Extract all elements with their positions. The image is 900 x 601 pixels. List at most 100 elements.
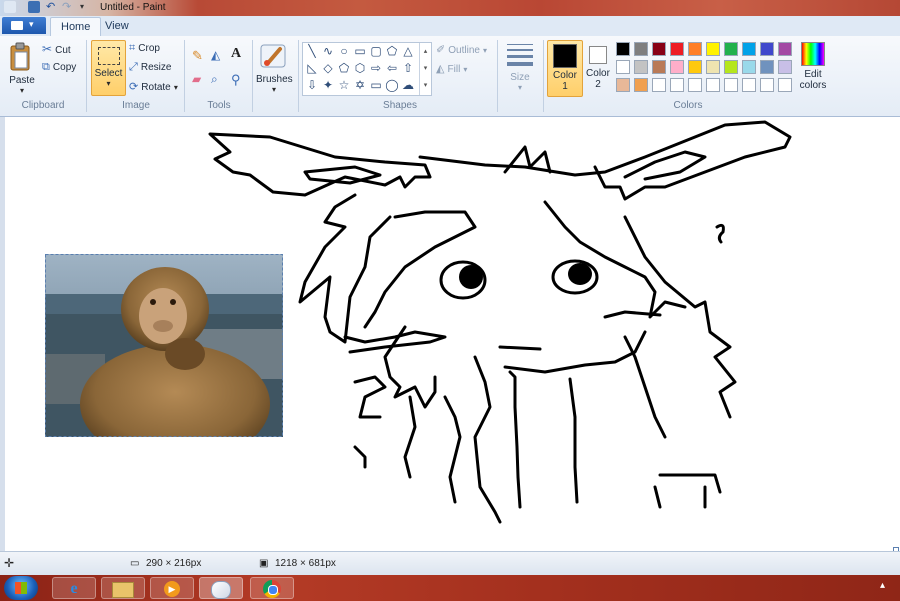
palette-color-swatch[interactable] bbox=[760, 60, 774, 74]
six-point-star-shape-icon[interactable]: ✡ bbox=[353, 78, 367, 92]
triangle-shape-icon[interactable]: △ bbox=[401, 44, 415, 58]
diamond-shape-icon[interactable]: ◇ bbox=[321, 61, 335, 75]
select-button[interactable]: Select ▾ bbox=[91, 40, 126, 96]
rounded-rectangle-shape-icon[interactable]: ▢ bbox=[369, 44, 383, 58]
drawing-canvas[interactable] bbox=[5, 117, 900, 553]
undo-icon[interactable]: ↶ bbox=[46, 1, 58, 13]
palette-color-swatch[interactable] bbox=[670, 60, 684, 74]
palette-color-swatch[interactable] bbox=[778, 42, 792, 56]
show-hidden-icons-icon[interactable]: ▴ bbox=[880, 580, 885, 591]
chevron-down-icon: ▾ bbox=[483, 46, 488, 55]
pentagon-shape-icon[interactable]: ⬠ bbox=[337, 61, 351, 75]
tab-view[interactable]: View bbox=[95, 17, 139, 36]
curve-shape-icon[interactable]: ∿ bbox=[321, 44, 335, 58]
color-palette bbox=[616, 42, 798, 96]
fill-bucket-icon: ◭ bbox=[436, 63, 445, 75]
palette-color-swatch[interactable] bbox=[652, 60, 666, 74]
resize-button[interactable]: ⤢ Resize bbox=[129, 61, 171, 74]
palette-color-swatch[interactable] bbox=[742, 78, 756, 92]
palette-color-swatch[interactable] bbox=[778, 78, 792, 92]
color-picker-icon[interactable]: ⌕ bbox=[211, 72, 227, 88]
palette-color-swatch[interactable] bbox=[670, 78, 684, 92]
shapes-group-label: Shapes bbox=[383, 100, 417, 111]
palette-color-swatch[interactable] bbox=[742, 60, 756, 74]
palette-color-swatch[interactable] bbox=[634, 60, 648, 74]
fill-button[interactable]: ◭ Fill ▾ bbox=[436, 62, 467, 75]
pencil-icon[interactable]: ✎ bbox=[192, 48, 208, 64]
title-bar: ↶ ↷ ▾ Untitled - Paint bbox=[0, 0, 900, 16]
paint-taskbar-button[interactable] bbox=[199, 577, 243, 599]
palette-color-swatch[interactable] bbox=[670, 42, 684, 56]
file-menu-button[interactable]: ▾ bbox=[2, 17, 46, 34]
palette-color-swatch[interactable] bbox=[688, 78, 702, 92]
palette-color-swatch[interactable] bbox=[760, 78, 774, 92]
customize-quick-access-icon[interactable]: ▾ bbox=[80, 1, 92, 13]
rectangle-shape-icon[interactable]: ▭ bbox=[353, 44, 367, 58]
palette-color-swatch[interactable] bbox=[724, 78, 738, 92]
polygon-shape-icon[interactable]: ⬠ bbox=[385, 44, 399, 58]
palette-color-swatch[interactable] bbox=[634, 42, 648, 56]
save-icon[interactable] bbox=[28, 1, 40, 13]
crop-button[interactable]: ⌗ Crop bbox=[129, 42, 160, 55]
palette-color-swatch[interactable] bbox=[742, 42, 756, 56]
palette-color-swatch[interactable] bbox=[778, 60, 792, 74]
five-point-star-shape-icon[interactable]: ☆ bbox=[337, 78, 351, 92]
palette-color-swatch[interactable] bbox=[760, 42, 774, 56]
copy-button[interactable]: ⧉ Copy bbox=[42, 61, 76, 75]
palette-color-swatch[interactable] bbox=[688, 42, 702, 56]
right-arrow-shape-icon[interactable]: ⇨ bbox=[369, 61, 383, 75]
paste-button[interactable]: Paste ▾ bbox=[8, 42, 36, 95]
right-triangle-shape-icon[interactable]: ◺ bbox=[305, 61, 319, 75]
palette-color-swatch[interactable] bbox=[616, 42, 630, 56]
up-arrow-shape-icon[interactable]: ⇧ bbox=[401, 61, 415, 75]
magnifier-icon[interactable]: ⚲ bbox=[231, 72, 247, 88]
shapes-scroll-icon[interactable]: ▴ ▾ ▾ bbox=[419, 43, 431, 95]
eraser-icon[interactable]: ▰ bbox=[192, 72, 208, 88]
four-point-star-shape-icon[interactable]: ✦ bbox=[321, 78, 335, 92]
palette-color-swatch[interactable] bbox=[724, 60, 738, 74]
paint-app-icon[interactable] bbox=[4, 1, 16, 13]
palette-color-swatch[interactable] bbox=[634, 78, 648, 92]
cut-button[interactable]: ✂ Cut bbox=[42, 42, 71, 56]
outline-button[interactable]: ✐ Outline ▾ bbox=[436, 43, 487, 56]
explorer-taskbar-button[interactable] bbox=[101, 577, 145, 599]
palette-color-swatch[interactable] bbox=[616, 78, 630, 92]
palette-color-swatch[interactable] bbox=[724, 42, 738, 56]
start-button[interactable] bbox=[4, 576, 38, 600]
cursor-position-icon: ✛ bbox=[4, 556, 15, 570]
palette-color-swatch[interactable] bbox=[616, 60, 630, 74]
brushes-button[interactable]: Brushes ▾ bbox=[256, 41, 293, 94]
color-2-button[interactable]: Color 2 bbox=[583, 40, 613, 95]
left-arrow-shape-icon[interactable]: ⇦ bbox=[385, 61, 399, 75]
palette-color-swatch[interactable] bbox=[652, 42, 666, 56]
chevron-down-icon: ▾ bbox=[29, 19, 34, 29]
text-tool-icon[interactable]: A bbox=[231, 46, 247, 62]
media-player-taskbar-button[interactable]: ▶ bbox=[150, 577, 194, 599]
size-label: Size bbox=[510, 72, 530, 83]
hexagon-shape-icon[interactable]: ⬡ bbox=[353, 61, 367, 75]
oval-shape-icon[interactable]: ○ bbox=[337, 44, 351, 58]
rotate-button[interactable]: ⟳ Rotate ▾ bbox=[129, 80, 178, 93]
chrome-taskbar-button[interactable] bbox=[250, 577, 294, 599]
palette-color-swatch[interactable] bbox=[688, 60, 702, 74]
crop-label: Crop bbox=[138, 43, 160, 54]
edit-colors-button[interactable]: Edit colors bbox=[798, 42, 828, 94]
line-shape-icon[interactable]: ╲ bbox=[305, 44, 319, 58]
color-1-button[interactable]: Color 1 bbox=[547, 40, 583, 97]
palette-color-swatch[interactable] bbox=[706, 60, 720, 74]
tab-home[interactable]: Home bbox=[50, 17, 102, 37]
palette-color-swatch[interactable] bbox=[652, 78, 666, 92]
palette-color-swatch[interactable] bbox=[706, 78, 720, 92]
redo-icon[interactable]: ↷ bbox=[62, 1, 74, 13]
selection-size: 290 × 216px bbox=[146, 558, 202, 569]
cloud-callout-shape-icon[interactable]: ☁ bbox=[401, 78, 415, 92]
fill-bucket-icon[interactable]: ◭ bbox=[211, 48, 227, 64]
oval-callout-shape-icon[interactable]: ◯ bbox=[385, 78, 399, 92]
size-button[interactable]: Size ▾ bbox=[504, 42, 536, 94]
palette-color-swatch[interactable] bbox=[706, 42, 720, 56]
callout-shape-icon[interactable]: ▭ bbox=[369, 78, 383, 92]
internet-explorer-taskbar-button[interactable]: e bbox=[52, 577, 96, 599]
outline-label: Outline bbox=[448, 45, 480, 56]
down-arrow-shape-icon[interactable]: ⇩ bbox=[305, 78, 319, 92]
cut-label: Cut bbox=[55, 45, 71, 56]
